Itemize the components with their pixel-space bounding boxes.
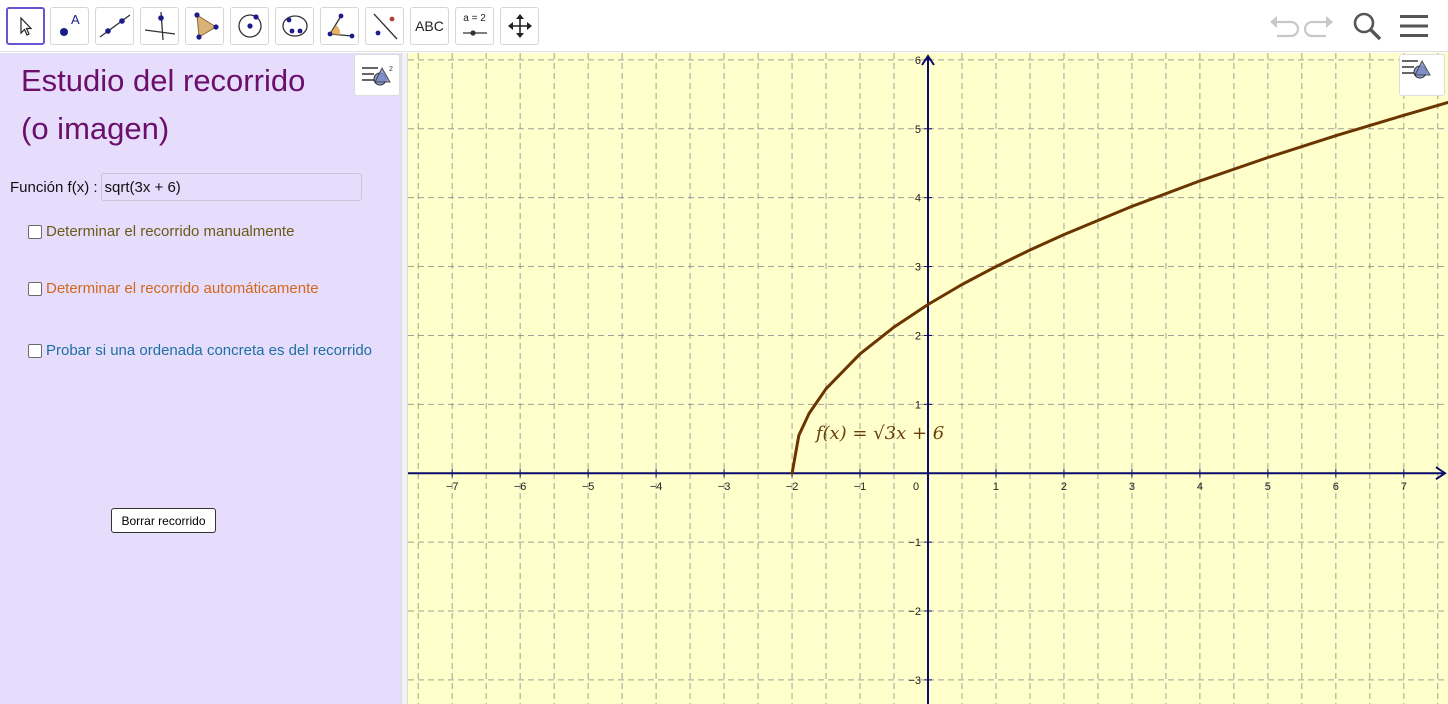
slider-tool-button[interactable]: a = 2: [455, 7, 494, 45]
polygon-tool-button[interactable]: [185, 7, 224, 45]
menu-icon: [1400, 15, 1428, 37]
function-input[interactable]: sqrt(3x + 6): [100, 173, 362, 201]
y-tick-label: 5: [915, 124, 921, 136]
y-tick-label: −3: [908, 675, 921, 687]
search-icon: [1353, 12, 1382, 41]
y-tick-label: 4: [915, 193, 921, 205]
x-tick-label: −7: [446, 481, 459, 493]
y-tick-label: −1: [908, 537, 921, 549]
line-tool-button[interactable]: [95, 7, 134, 45]
redo-icon: [1304, 16, 1333, 38]
x-tick-label: 6: [1333, 481, 1339, 493]
undo-icon: [1270, 16, 1299, 38]
x-tick-label: 7: [1401, 481, 1407, 493]
function-input-value: sqrt(3x + 6): [104, 178, 181, 196]
page-subtitle: (o imagen): [21, 111, 170, 146]
circle-tool-button[interactable]: [230, 7, 269, 45]
reflect-tool-button[interactable]: [365, 7, 404, 45]
y-tick-label: 1: [915, 399, 921, 411]
style-bar-toggle-button[interactable]: 2: [354, 54, 400, 96]
checkbox-box[interactable]: [28, 224, 42, 239]
x-tick-label: −5: [582, 481, 595, 493]
move-view-tool-button[interactable]: [500, 7, 539, 45]
circle-center-point-icon: [237, 14, 262, 38]
point-icon: A: [59, 12, 80, 36]
angle-tool-button[interactable]: [320, 7, 359, 45]
x-tick-label: −3: [718, 481, 731, 493]
panel-splitter[interactable]: [401, 53, 408, 704]
checkbox-label: Probar si una ordenada concreta es del r…: [46, 342, 373, 359]
x-tick-label: 2: [1061, 481, 1067, 493]
x-tick-label: −4: [650, 481, 663, 493]
x-tick-label: 0: [913, 481, 919, 493]
move-tool-button[interactable]: [6, 7, 45, 45]
checkbox-box[interactable]: [28, 343, 42, 358]
search-button[interactable]: [1349, 8, 1385, 44]
function-formula-label: f(x) = √3x + 6: [814, 423, 944, 444]
checkbox-manual-range[interactable]: Determinar el recorrido manualmente: [28, 223, 294, 240]
reflect-line-icon: [373, 13, 397, 40]
style-bar-icon: [1402, 59, 1431, 79]
graphics-style-bar-toggle-button[interactable]: [1399, 54, 1445, 96]
checkbox-label: Determinar el recorrido manualmente: [46, 223, 295, 240]
arrow-pointer-icon: [19, 16, 32, 36]
svg-text:2: 2: [389, 66, 393, 73]
checkbox-test-ordinate[interactable]: Probar si una ordenada concreta es del r…: [28, 342, 372, 359]
graphics-view[interactable]: −7 −6 −5 −4 −3 −2 −1 0 1 2 3 4 5 6 7 −3 −2 −1 1 2 3 4 5 6 f(x) =…: [408, 53, 1448, 704]
checkbox-auto-range[interactable]: Determinar el recorrido automáticamente: [28, 280, 319, 297]
perpendicular-tool-button[interactable]: [140, 7, 179, 45]
toolbar: A ABC a = 2: [0, 0, 1448, 52]
checkbox-box[interactable]: [28, 281, 42, 296]
perpendicular-line-icon: [144, 11, 175, 41]
x-tick-label: −1: [854, 481, 867, 493]
text-tool-button[interactable]: ABC: [410, 7, 449, 45]
x-tick-label: 1: [993, 481, 999, 493]
y-tick-label: −2: [908, 606, 921, 618]
y-tick-label: 6: [915, 55, 921, 67]
algebra-panel: Estudio del recorrido (o imagen) 2 Funci…: [0, 53, 401, 704]
x-tick-label: −2: [786, 481, 799, 493]
ellipse-icon: [281, 15, 308, 37]
checkbox-label: Determinar el recorrido automáticamente: [46, 280, 319, 297]
x-tick-label: 5: [1265, 481, 1271, 493]
angle-icon: [327, 13, 354, 39]
style-bar-icon: 2: [362, 66, 393, 86]
function-input-label: Función f(x) :: [10, 178, 98, 196]
line-through-points-icon: [99, 14, 130, 38]
move-graphics-view-icon: [507, 14, 532, 38]
redo-button[interactable]: [1302, 8, 1338, 44]
graph-canvas[interactable]: −7 −6 −5 −4 −3 −2 −1 0 1 2 3 4 5 6 7 −3 −2 −1 1 2 3 4 5 6 f(x) =…: [408, 53, 1448, 704]
main-menu-button[interactable]: [1396, 8, 1432, 44]
page-title: Estudio del recorrido: [21, 63, 306, 98]
y-tick-label: 3: [915, 262, 921, 274]
conic-tool-button[interactable]: [275, 7, 314, 45]
x-tick-label: 4: [1197, 481, 1203, 493]
x-tick-label: −6: [514, 481, 527, 493]
svg-text:A: A: [71, 12, 80, 27]
text-tool-label: ABC: [415, 18, 444, 34]
function-input-row: Función f(x) : sqrt(3x + 6): [10, 173, 362, 201]
x-tick-label: 3: [1129, 481, 1135, 493]
geogebra-app: A ABC a = 2 Estudio del recorrido (o ima…: [0, 0, 1448, 704]
slider-tool-label: a = 2: [463, 13, 486, 24]
polygon-icon: [193, 12, 219, 40]
undo-button[interactable]: [1265, 8, 1301, 44]
y-tick-label: 2: [915, 330, 921, 342]
point-tool-button[interactable]: A: [50, 7, 89, 45]
clear-range-button[interactable]: Borrar recorrido: [111, 508, 216, 533]
